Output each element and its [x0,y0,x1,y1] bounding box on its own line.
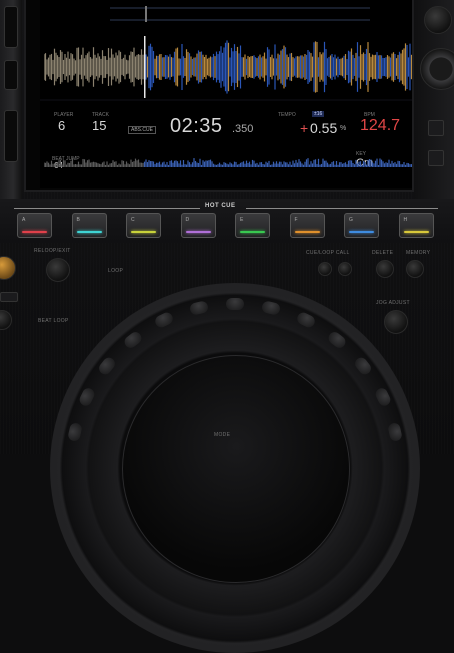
left-side-rail [0,0,22,200]
hot-cue-pad-b[interactable]: B [71,213,107,238]
cue-loop-call-label: CUE/LOOP CALL [306,250,350,256]
hot-cue-pad-c[interactable]: C [126,213,161,238]
hot-cue-title: HOT CUE [205,203,236,209]
track-number: 15 [92,118,107,133]
cue-loop-call-prev[interactable] [318,262,332,276]
hot-cue-pad-letter: B [76,217,80,223]
delete-label: DELETE [372,250,394,256]
reloop-exit-label: RELOOP/EXIT [34,248,71,254]
memory-button[interactable] [406,260,424,278]
tempo-sign: + [300,120,309,136]
hot-cue-pad-color-bar [294,231,320,233]
hot-cue-pad-f[interactable]: F [289,213,325,238]
memory-label: MEMORY [406,250,431,256]
hot-cue-pad-letter: A [22,217,26,223]
left-rail-slot [4,60,18,90]
cue-mode-badge: ABS.CUE [128,126,156,134]
elapsed-time: 02:35 [170,115,223,137]
hot-cue-pad-a[interactable]: A [17,213,52,238]
hot-cue-line-right [246,208,438,209]
player-number: 6 [58,118,66,133]
jog-adjust-knob[interactable] [384,310,408,334]
hot-cue-pad-g[interactable]: G [344,213,379,238]
right-rail-button[interactable] [428,150,444,166]
hot-cue-pad-color-bar [403,231,429,233]
hot-cue-pad-letter: C [131,217,135,223]
beat-loop-label: BEAT LOOP [38,318,69,324]
hot-cue-pad-letter: E [240,217,244,223]
playhead [144,36,146,98]
tempo-label: TEMPO [278,112,296,118]
delete-button[interactable] [376,260,394,278]
right-side-rail [414,0,454,200]
right-rail-button[interactable] [428,120,444,136]
jog-ring-stud [226,298,244,310]
hot-cue-pad-letter: G [349,217,353,223]
hot-cue-pad-color-bar [131,231,156,233]
overview-waveform [44,158,412,167]
hot-cue-pad-color-bar [22,231,47,233]
jog-platter[interactable] [122,355,350,583]
tempo-unit: % [340,125,347,132]
left-rail-slot [4,6,18,48]
reloop-exit-button[interactable] [46,258,70,282]
hot-cue-pad-color-bar [185,231,211,233]
elapsed-time-decimals: .350 [232,123,254,135]
tempo-percent: 0.55 [310,120,338,136]
hot-cue-pad-letter: F [294,217,298,223]
hot-cue-pad-letter: D [185,217,190,223]
small-rail-button[interactable] [0,292,18,302]
hot-cue-pad-e[interactable]: E [235,213,270,238]
left-rail-slot [4,110,18,162]
upper-right-knob[interactable] [424,6,452,34]
jog-adjust-label: JOG ADJUST [376,300,410,306]
hot-cue-pad-color-bar [240,231,265,233]
loop-label: LOOP [108,268,124,274]
hot-cue-pad-color-bar [349,231,374,233]
bpm-value: 124.7 [360,117,401,134]
rotary-selector-knob[interactable] [420,48,454,90]
hot-cue-pad-letter: H [403,217,408,223]
cue-loop-call-next[interactable] [338,262,352,276]
mode-label: MODE [214,432,231,438]
hot-cue-pad-color-bar [76,231,102,233]
tempo-range-badge: ±16 [312,111,325,117]
hot-cue-pad-h[interactable]: H [398,213,434,238]
hot-cue-line-left [14,208,200,209]
hot-cue-pad-d[interactable]: D [180,213,216,238]
main-waveform [44,36,412,98]
